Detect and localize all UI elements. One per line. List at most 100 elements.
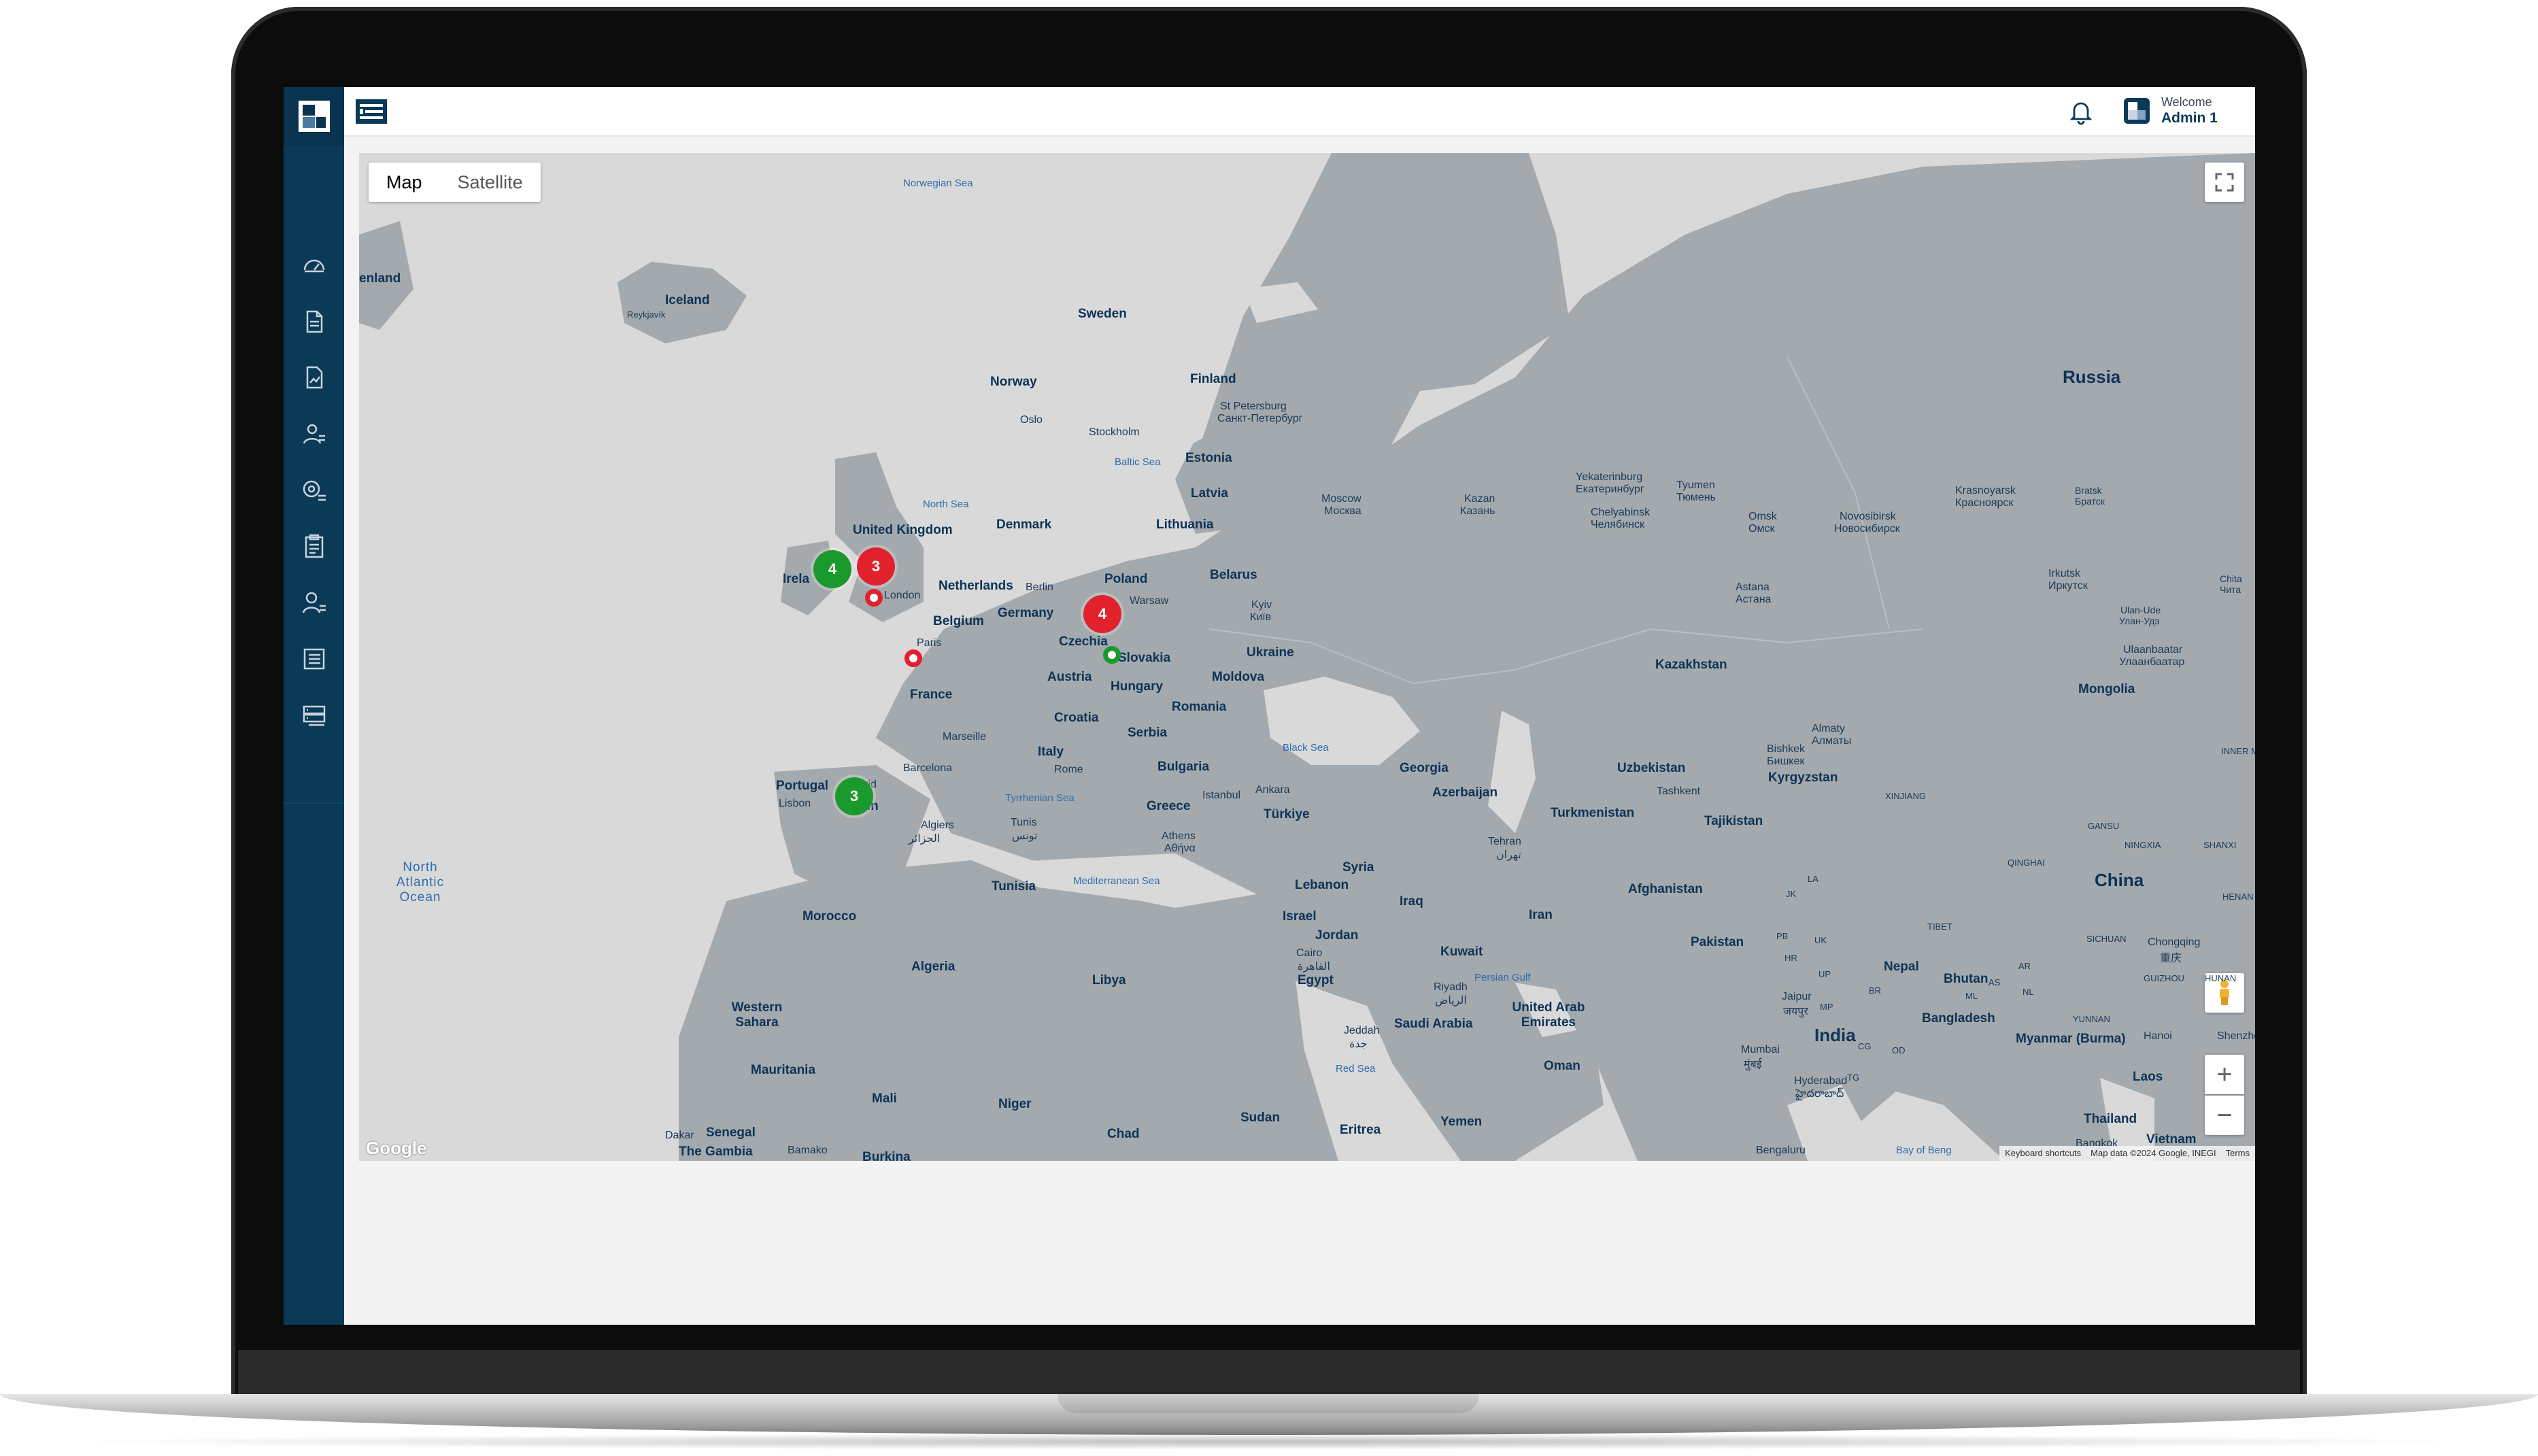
app-logo[interactable] [284,87,344,146]
map-label: Hungary [1111,679,1164,694]
map-label: Norwegian Sea [903,177,973,189]
map-type-satellite-button[interactable]: Satellite [440,163,541,202]
zoom-out-button[interactable]: − [2205,1096,2244,1135]
map-label: Jordan [1315,928,1359,943]
map-label: Latvia [1191,486,1228,501]
map-cluster-red[interactable]: 4 [1083,595,1121,633]
map-label: హైదరాబాద్ [1795,1088,1844,1100]
user-list-icon[interactable] [284,579,344,627]
map-label: Iraq [1400,894,1423,909]
notification-bell-icon[interactable] [2067,98,2095,125]
map-label: Новосибирск [1834,523,1900,535]
map-label: HENAN [2222,892,2254,902]
server-list-icon[interactable] [284,692,344,740]
fullscreen-icon[interactable] [2205,163,2244,202]
map-land-shapes [359,153,2255,1161]
list-icon[interactable] [284,635,344,683]
map-pin-green[interactable] [1103,646,1121,664]
map-label: Turkmenistan [1551,806,1635,820]
map-label: Thailand [2084,1112,2137,1126]
avatar[interactable] [2124,98,2150,124]
map-label: Санкт-Петербург [1217,413,1303,424]
clipboard-icon[interactable] [284,522,344,570]
map-label: Чита [2220,584,2241,595]
map-label: تونس [1012,830,1038,842]
map-label: UK [1814,935,1827,945]
map-label: Algeria [911,960,955,974]
app-screen: Welcome Admin 1 Map Satellite + − Norweg… [284,87,2255,1325]
map-label: Ankara [1255,784,1290,796]
map-label: Krasnoyarsk [1955,485,2016,496]
map-label: Eritrea [1340,1123,1381,1137]
map-label: Ulan-Ude [2120,605,2161,615]
report-chart-icon[interactable] [284,354,344,401]
map-label: Western Sahara [731,1000,783,1030]
map-label: Russia [2063,367,2121,387]
map-label: United Kingdom [853,523,953,537]
map-pin-red[interactable] [904,649,922,667]
map-label: الرياض [1435,995,1467,1006]
location-list-icon[interactable] [284,467,344,514]
map-label: Italy [1038,745,1064,759]
map-label: Novosibirsk [1840,511,1896,522]
map-label: Finland [1190,372,1236,386]
map-cluster-green[interactable]: 4 [813,550,851,588]
map-label: PB [1776,931,1789,941]
map-label: Niger [998,1097,1032,1111]
map-label: Shenzhe [2217,1030,2255,1042]
map-label: YUNNAN [2073,1014,2110,1024]
map-label: Kyrgyzstan [1768,771,1838,785]
map-label: Persian Gulf [1474,972,1531,983]
map-label: enland [359,271,401,286]
map-label: Hyderabad [1794,1075,1848,1087]
map-label: Burkina [862,1150,911,1161]
map-label: Yemen [1440,1115,1483,1129]
map-label: Kuwait [1440,945,1483,959]
map-label: Czechia [1059,634,1108,649]
map-label: Oman [1544,1059,1580,1073]
map-label: Омск [1748,523,1775,535]
laptop-shadow [54,1434,2484,1450]
map-cluster-red[interactable]: 3 [857,547,895,586]
map-label: Riyadh [1434,981,1468,993]
terms-link[interactable]: Terms [2226,1146,2250,1161]
document-icon[interactable] [284,298,344,345]
map-label: Tyumen [1676,479,1715,491]
map-label: Mali [872,1091,897,1106]
map-label: Tyrrhenian Sea [1005,792,1075,804]
zoom-in-button[interactable]: + [2205,1055,2244,1094]
sidebar [284,87,344,1325]
map-label: Athens [1162,830,1196,842]
map-label: Dakar [665,1130,694,1141]
map-label: HUNAN [2205,973,2237,983]
map-label: Senegal [706,1125,756,1140]
map-cluster-green[interactable]: 3 [835,777,873,815]
map-label: Reykjavík [627,309,666,320]
map-label: Belgium [933,614,984,628]
map-label: Москва [1324,505,1361,517]
map-label: Tunis [1011,817,1037,828]
user-location-icon[interactable] [284,411,344,458]
keyboard-shortcuts-link[interactable]: Keyboard shortcuts [2005,1146,2081,1161]
map-label: China [2095,870,2144,890]
map-view[interactable]: Map Satellite + − Norwegian Sea enland I… [359,153,2255,1161]
map-label: UP [1818,969,1831,979]
map-label: Barcelona [903,762,953,774]
map-label: Istanbul [1202,790,1241,801]
map-type-map-button[interactable]: Map [369,163,440,202]
map-label: ML [1965,991,1978,1001]
top-bar: Welcome Admin 1 [344,87,2255,137]
menu-toggle-icon[interactable] [356,99,387,124]
map-label: Bratsk [2075,485,2102,496]
map-label: Иркутск [2048,580,2088,592]
user-name[interactable]: Admin 1 [2161,110,2218,126]
map-pin-red[interactable] [865,589,883,607]
map-label: Chelyabinsk [1591,507,1651,518]
map-label: NINGXIA [2125,840,2161,850]
dashboard-gauge-icon[interactable] [284,241,344,288]
laptop-notch [1058,1394,1479,1413]
map-label: Kyiv [1251,599,1272,611]
map-label: Saudi Arabia [1394,1017,1473,1031]
map-label: SHANXI [2203,840,2237,850]
map-label: Братск [2075,496,2105,507]
